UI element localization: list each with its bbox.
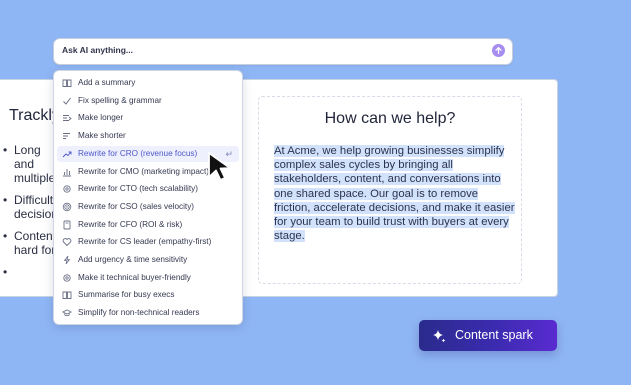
left-doc-list: Long and multiple Difficult decision Con… [0, 143, 58, 287]
menu-item-label: Summarise for busy execs [78, 290, 175, 300]
menu-item-label: Rewrite for CTO (tech scalability) [78, 184, 198, 194]
menu-item-label: Add a summary [78, 78, 136, 87]
menu-item-label: Rewrite for CMO (marketing impact) [78, 166, 210, 176]
book-icon [62, 79, 72, 87]
trend-up-icon [62, 151, 72, 158]
menu-item-label: Simplify for non-technical readers [78, 308, 200, 318]
content-spark-button[interactable]: Content spark [419, 320, 557, 351]
menu-item-label: Fix spelling & grammar [78, 95, 162, 105]
graduation-cap-icon [62, 309, 72, 317]
calculator-icon [63, 220, 71, 230]
mouse-pointer-icon [208, 152, 231, 181]
sparkle-icon [433, 330, 446, 343]
left-bullet: Long and multiple [0, 143, 58, 185]
selected-text[interactable]: At Acme, we help growing businesses simp… [274, 145, 515, 243]
lines-shorter-icon [63, 133, 70, 140]
menu-item-add-urgency[interactable]: Add urgency & time sensitivity [57, 252, 239, 268]
ask-ai-placeholder: Ask AI anything... [62, 45, 134, 55]
menu-item-label: Rewrite for CRO (revenue focus) [78, 148, 198, 158]
lightning-icon [63, 255, 71, 265]
lines-longer-icon [63, 115, 72, 122]
menu-item-add-summary[interactable]: Add a summary [57, 75, 239, 91]
right-doc-title: How can we help? [324, 110, 456, 127]
check-icon [63, 97, 71, 105]
left-bullet [0, 265, 58, 279]
gear-icon [63, 185, 71, 193]
right-doc-panel: How can we help? At Acme, we help growin… [258, 96, 522, 284]
menu-item-rewrite-cso[interactable]: Rewrite for CSO (sales velocity) [57, 199, 239, 215]
menu-item-summarise-execs[interactable]: Summarise for busy execs [57, 287, 239, 303]
bar-chart-icon [63, 168, 71, 176]
menu-item-rewrite-cto[interactable]: Rewrite for CTO (tech scalability) [57, 181, 239, 197]
menu-item-simplify[interactable]: Simplify for non-technical readers [57, 305, 239, 321]
menu-item-technical-buyer[interactable]: Make it technical buyer-friendly [57, 270, 239, 286]
menu-item-label: Make it technical buyer-friendly [78, 272, 191, 282]
arrow-up-icon [495, 46, 502, 55]
gear-icon [63, 274, 71, 282]
menu-item-label: Rewrite for CFO (ROI & risk) [78, 219, 183, 229]
menu-item-label: Make shorter [78, 131, 126, 141]
left-bullet: Difficult decision [0, 193, 58, 221]
right-doc-body[interactable]: At Acme, we help growing businesses simp… [274, 144, 516, 243]
menu-item-make-shorter[interactable]: Make shorter [57, 128, 239, 144]
left-bullet: Content hard for [0, 229, 58, 257]
menu-item-rewrite-cs-leader[interactable]: Rewrite for CS leader (empathy-first) [57, 234, 239, 250]
menu-item-make-longer[interactable]: Make longer [57, 110, 239, 126]
ai-actions-menu: Add a summary Fix spelling & grammar Mak… [53, 70, 243, 325]
heart-icon [62, 238, 72, 247]
ask-ai-input[interactable]: Ask AI anything... [53, 38, 513, 65]
menu-item-label: Rewrite for CS leader (empathy-first) [78, 237, 212, 247]
menu-item-rewrite-cfo[interactable]: Rewrite for CFO (ROI & risk) [57, 217, 239, 233]
send-button[interactable] [492, 44, 505, 57]
menu-item-label: Make longer [78, 113, 124, 123]
book-icon [62, 291, 72, 300]
content-spark-label: Content spark [455, 328, 533, 342]
menu-item-label: Rewrite for CSO (sales velocity) [78, 201, 195, 211]
target-icon [62, 202, 72, 212]
menu-item-fix-spelling[interactable]: Fix spelling & grammar [57, 93, 239, 109]
menu-item-label: Add urgency & time sensitivity [78, 255, 188, 264]
